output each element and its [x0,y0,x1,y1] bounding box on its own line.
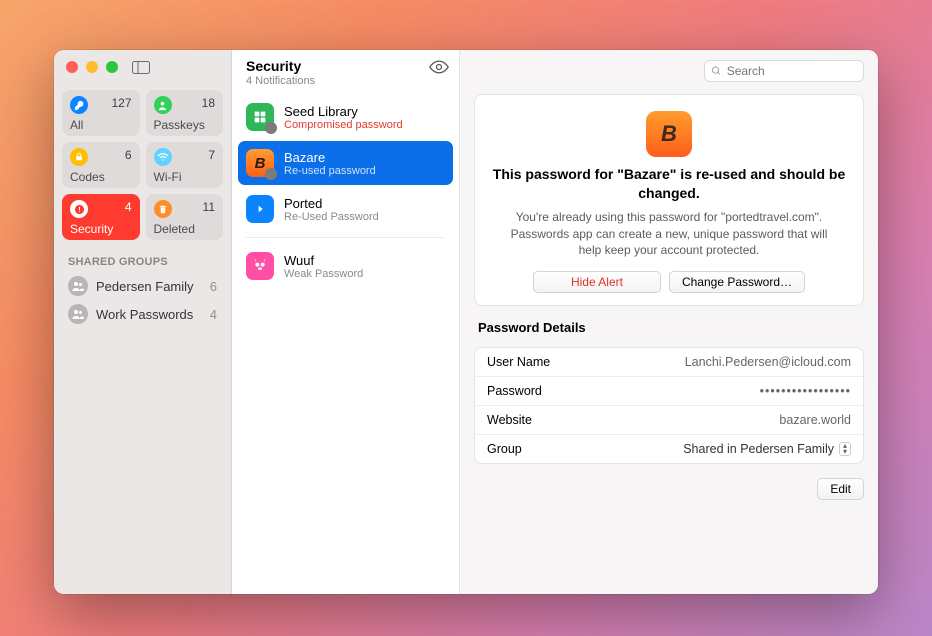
sidebar-label: All [70,118,132,132]
person-icon [154,96,172,114]
app-icon [246,103,274,131]
sidebar-count: 7 [208,148,215,162]
group-icon [68,276,88,296]
app-icon-large: B [646,111,692,157]
sidebar-count: 11 [203,200,215,214]
item-subtitle: Re-Used Password [284,211,379,223]
item-title: Wuuf [284,253,363,268]
trash-icon [154,200,172,218]
sidebar-count: 127 [111,96,131,110]
detail-value: Lanchi.Pedersen@icloud.com [685,355,851,369]
exclaim-icon [70,200,88,218]
edit-button[interactable]: Edit [817,478,864,500]
sidebar-label: Security [70,222,132,236]
item-title: Seed Library [284,104,403,119]
list-separator [246,237,445,238]
list-item[interactable]: Seed Library Compromised password [238,95,453,139]
sidebar-item-codes[interactable]: 6 Codes [62,142,140,188]
sidebar-item-wifi[interactable]: 7 Wi-Fi [146,142,224,188]
list-title: Security [246,58,315,74]
search-icon [711,65,722,77]
detail-row-username[interactable]: User Name Lanchi.Pedersen@icloud.com [475,348,863,377]
detail-pane: B This password for "Bazare" is re-used … [460,50,878,594]
alert-title: This password for "Bazare" is re-used an… [491,165,847,203]
sidebar-label: Deleted [154,222,216,236]
zoom-window-button[interactable] [106,61,118,73]
detail-row-password[interactable]: Password ••••••••••••••••• [475,377,863,406]
group-label: Pedersen Family [96,279,202,294]
sidebar-count: 18 [202,96,215,110]
password-details-list: User Name Lanchi.Pedersen@icloud.com Pas… [474,347,864,464]
security-alert-card: B This password for "Bazare" is re-used … [474,94,864,306]
sidebar-count: 6 [125,148,132,162]
item-title: Bazare [284,150,376,165]
window-controls [66,61,118,73]
detail-key: Website [487,413,532,427]
wifi-icon [154,148,172,166]
sidebar-label: Passkeys [154,118,216,132]
key-icon [70,96,88,114]
reveal-passwords-button[interactable] [429,60,449,79]
shared-group-row[interactable]: Pedersen Family 6 [54,272,231,300]
sidebar-item-passkeys[interactable]: 18 Passkeys [146,90,224,136]
hide-alert-button[interactable]: Hide Alert [533,271,661,293]
change-password-button[interactable]: Change Password… [669,271,805,293]
alert-body: You're already using this password for "… [504,209,834,259]
list-subtitle: 4 Notifications [246,75,315,87]
search-input[interactable] [704,60,864,82]
item-subtitle: Compromised password [284,119,403,131]
group-value: Shared in Pedersen Family [683,442,834,456]
app-monogram: B [255,155,266,172]
item-subtitle: Re-used password [284,165,376,177]
sidebar-label: Wi-Fi [154,170,216,184]
app-icon [246,195,274,223]
group-icon [68,304,88,324]
detail-row-group[interactable]: Group Shared in Pedersen Family ▴▾ [475,435,863,463]
detail-key: Group [487,442,522,456]
detail-key: Password [487,384,542,398]
passwords-app-window: 127 All 18 Passkeys 6 [54,50,878,594]
sidebar-item-deleted[interactable]: 11 Deleted [146,194,224,240]
shared-group-row[interactable]: Work Passwords 4 [54,300,231,328]
password-details-header: Password Details [474,318,864,335]
detail-value: bazare.world [779,413,851,427]
list-item[interactable]: B Bazare Re-used password [238,141,453,185]
group-count: 4 [210,307,217,322]
item-title: Ported [284,196,379,211]
item-subtitle: Weak Password [284,268,363,280]
minimize-window-button[interactable] [86,61,98,73]
detail-value: ••••••••••••••••• [760,384,851,398]
sidebar-toggle-icon[interactable] [132,60,152,74]
app-icon: B [246,149,274,177]
security-list: Seed Library Compromised password B Baza… [232,93,459,290]
group-label: Work Passwords [96,307,202,322]
list-item[interactable]: Ported Re-Used Password [238,187,453,231]
sidebar-item-all[interactable]: 127 All [62,90,140,136]
sidebar-count: 4 [125,200,132,214]
group-select[interactable]: Shared in Pedersen Family ▴▾ [683,442,851,456]
detail-row-website[interactable]: Website bazare.world [475,406,863,435]
detail-key: User Name [487,355,550,369]
lock-icon [70,148,88,166]
close-window-button[interactable] [66,61,78,73]
list-header: Security 4 Notifications [232,50,459,93]
group-count: 6 [210,279,217,294]
window-titlebar [54,50,231,84]
sidebar-category-grid: 127 All 18 Passkeys 6 [54,84,231,242]
sidebar: 127 All 18 Passkeys 6 [54,50,232,594]
dropdown-stepper-icon: ▴▾ [839,442,851,456]
sidebar-label: Codes [70,170,132,184]
app-icon [246,252,274,280]
security-list-column: Security 4 Notifications Seed Library Co… [232,50,460,594]
list-item[interactable]: Wuuf Weak Password [238,244,453,288]
sidebar-item-security[interactable]: 4 Security [62,194,140,240]
search-field[interactable] [727,64,857,78]
shared-groups-header: SHARED GROUPS [54,242,231,272]
